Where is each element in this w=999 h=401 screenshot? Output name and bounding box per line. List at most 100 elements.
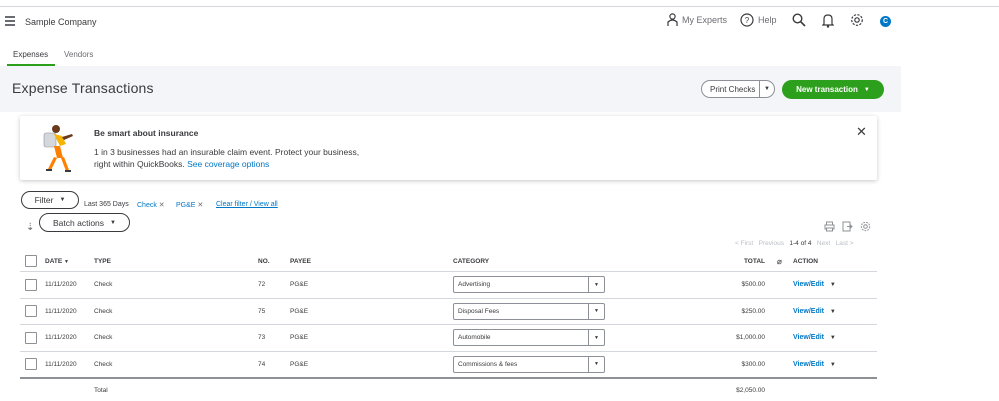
banner-line-2: right within QuickBooks. (94, 159, 185, 169)
column-type[interactable]: TYPE (90, 251, 254, 272)
printer-icon[interactable] (824, 221, 835, 232)
gear-icon[interactable] (850, 13, 864, 27)
row-attachment (773, 271, 789, 299)
batch-actions-button[interactable]: Batch actions ▼ (39, 213, 130, 232)
see-coverage-link[interactable]: See coverage options (187, 159, 269, 169)
clear-filter-link[interactable]: Clear filter / View all (216, 201, 278, 208)
action-dropdown-icon[interactable]: ▼ (830, 282, 836, 288)
search-icon[interactable] (792, 13, 806, 27)
select-all-checkbox[interactable] (25, 255, 37, 267)
row-payee: PG&E (286, 324, 449, 352)
svg-text:?: ? (745, 16, 750, 25)
row-category-cell: Automobile ▼ (449, 324, 651, 352)
category-value: Automobile (458, 334, 491, 342)
sort-arrows-icon[interactable]: ⇣ (26, 222, 34, 233)
view-edit-link[interactable]: View/Edit (793, 281, 824, 288)
column-date[interactable]: DATE ▼ (41, 251, 90, 272)
row-attachment (773, 298, 789, 325)
banner-line-1: 1 in 3 businesses had an insurable claim… (94, 147, 360, 157)
chevron-down-icon[interactable]: ▼ (588, 277, 604, 293)
category-select[interactable]: Disposal Fees ▼ (453, 302, 605, 320)
row-date: 11/11/2020 (41, 324, 90, 352)
action-dropdown-icon[interactable]: ▼ (830, 309, 836, 315)
page-title: Expense Transactions (12, 80, 154, 96)
pager-last[interactable]: Last > (836, 240, 854, 247)
remove-chip-icon[interactable]: ✕ (159, 202, 165, 209)
settings-gear-icon[interactable] (860, 221, 871, 232)
total-label: Total (94, 386, 108, 394)
filter-button[interactable]: Filter ▼ (21, 191, 79, 209)
pager-previous[interactable]: Previous (759, 240, 784, 247)
chevron-down-icon[interactable]: ▼ (588, 303, 604, 319)
page-header: Expense Transactions Print Checks ▼ New … (0, 66, 901, 112)
row-payee: PG&E (286, 351, 449, 379)
person-icon (667, 13, 678, 26)
row-checkbox[interactable] (25, 358, 37, 371)
row-checkbox[interactable] (25, 305, 37, 318)
row-no: 74 (254, 351, 286, 379)
row-checkbox-cell (20, 351, 41, 379)
row-attachment (773, 351, 789, 379)
payee-filter-chip[interactable]: PG&E ✕ (176, 201, 203, 209)
total-row: Total $2,050.00 (20, 378, 877, 401)
action-dropdown-icon[interactable]: ▼ (830, 335, 836, 341)
pager-range: 1-4 of 4 (789, 240, 812, 247)
row-action: View/Edit ▼ (789, 298, 877, 325)
my-experts-button[interactable]: My Experts (667, 13, 727, 27)
action-dropdown-icon[interactable]: ▼ (830, 362, 836, 368)
column-payee[interactable]: PAYEE (286, 251, 449, 272)
chevron-down-icon[interactable]: ▼ (588, 330, 604, 346)
row-payee: PG&E (286, 271, 449, 299)
remove-chip-icon[interactable]: ✕ (197, 202, 203, 209)
chevron-down-icon[interactable]: ▼ (588, 356, 604, 372)
table-row[interactable]: 11/11/2020 Check 74 PG&E Commissions & f… (20, 351, 877, 379)
my-experts-label: My Experts (682, 15, 728, 25)
close-icon[interactable]: ✕ (856, 124, 867, 140)
company-name: Sample Company (25, 17, 97, 27)
paperclip-icon: ⌀ (777, 256, 782, 266)
batch-actions-label: Batch actions (53, 217, 105, 228)
view-edit-link[interactable]: View/Edit (793, 361, 824, 368)
table-row[interactable]: 11/11/2020 Check 72 PG&E Advertising ▼ $5… (20, 271, 877, 299)
view-edit-link[interactable]: View/Edit (793, 308, 824, 315)
caret-down-icon: ▼ (59, 197, 66, 203)
column-no[interactable]: NO. (254, 251, 286, 272)
category-select[interactable]: Automobile ▼ (453, 329, 605, 347)
export-icon[interactable] (842, 221, 853, 232)
tab-expenses[interactable]: Expenses (13, 50, 48, 59)
total-spacer (789, 378, 877, 401)
column-total[interactable]: TOTAL (651, 251, 773, 272)
row-date: 11/11/2020 (41, 351, 90, 379)
column-category[interactable]: CATEGORY (449, 251, 651, 272)
help-label: Help (758, 15, 777, 25)
date-range-chip: Last 365 Days (84, 201, 129, 208)
row-checkbox[interactable] (25, 331, 37, 344)
table-row[interactable]: 11/11/2020 Check 75 PG&E Disposal Fees ▼ … (20, 298, 877, 325)
category-select[interactable]: Commissions & fees ▼ (453, 355, 605, 373)
bell-icon[interactable] (822, 13, 834, 28)
category-value: Advertising (458, 281, 491, 289)
banner-title: Be smart about insurance (94, 128, 199, 138)
filter-label: Filter (34, 195, 54, 205)
category-select[interactable]: Advertising ▼ (453, 276, 605, 294)
print-checks-dropdown-chevron-icon[interactable]: ▼ (759, 81, 774, 97)
pager-next[interactable]: Next (817, 240, 830, 247)
person-illustration-icon (43, 125, 73, 172)
new-transaction-button[interactable]: New transaction ▼ (782, 80, 884, 99)
check-filter-chip[interactable]: Check ✕ (137, 201, 165, 209)
print-checks-button[interactable]: Print Checks ▼ (701, 80, 775, 98)
row-category-cell: Commissions & fees ▼ (449, 351, 651, 379)
pager-first[interactable]: < First (735, 240, 753, 247)
row-checkbox[interactable] (25, 278, 37, 291)
user-avatar[interactable]: C (880, 16, 891, 27)
row-payee: PG&E (286, 298, 449, 325)
table-row[interactable]: 11/11/2020 Check 73 PG&E Automobile ▼ $1,… (20, 324, 877, 352)
hamburger-menu-icon[interactable] (5, 16, 15, 26)
row-date: 11/11/2020 (41, 271, 90, 299)
help-button[interactable]: ? Help (740, 13, 777, 27)
print-checks-label: Print Checks (710, 84, 756, 94)
row-action: View/Edit ▼ (789, 324, 877, 352)
view-edit-link[interactable]: View/Edit (793, 334, 824, 341)
table-header-row: DATE ▼ TYPE NO. PAYEE CATEGORY TOTAL ⌀ A… (20, 251, 877, 272)
tab-vendors[interactable]: Vendors (64, 50, 93, 59)
